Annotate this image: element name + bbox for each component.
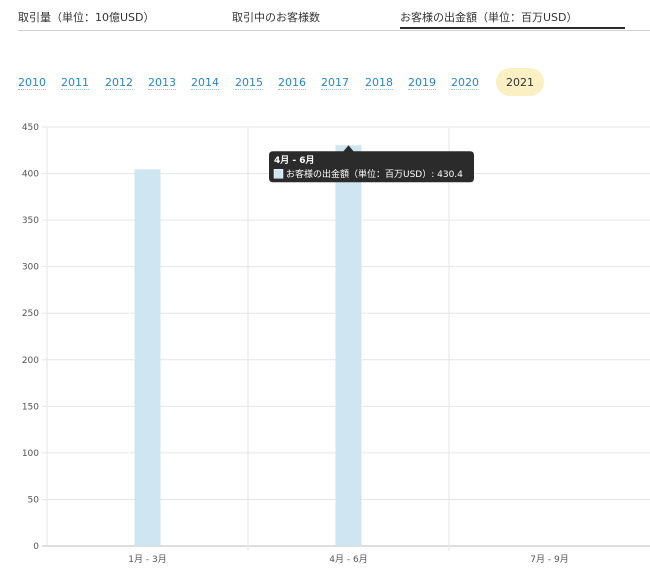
x-tick-label: 4月 - 6月: [329, 554, 367, 565]
y-tick-label: 400: [22, 170, 39, 180]
bar[interactable]: [335, 145, 362, 547]
tooltip-title: 4月 - 6月: [274, 155, 315, 166]
y-tick-label: 0: [33, 542, 39, 552]
tooltip-value: お客様の出金額（単位：百万USD）: 430.4: [286, 168, 463, 180]
y-tick-label: 300: [22, 263, 39, 273]
y-tick-label: 450: [22, 123, 39, 133]
y-tick-label: 350: [22, 216, 39, 226]
y-tick-label: 100: [22, 449, 39, 459]
withdrawal-bar-chart: 0 50 100 150 200 250 300 350 400 450 1月 - 3月 4月 - …: [22, 123, 650, 565]
x-tick-label: 7月 - 9月: [530, 554, 568, 565]
x-tick-label: 1月 - 3月: [128, 554, 166, 565]
y-tick-label: 200: [22, 356, 39, 366]
y-axis: 0 50 100 150 200 250 300 350 400 450: [22, 123, 48, 552]
y-tick-label: 50: [28, 495, 40, 505]
bar[interactable]: [134, 169, 161, 547]
x-axis: 1月 - 3月 4月 - 6月 7月 - 9月: [128, 554, 568, 565]
y-tick-label: 250: [22, 309, 39, 319]
y-tick-label: 150: [22, 402, 39, 412]
bar-tooltip: 4月 - 6月 お客様の出金額（単位：百万USD）: 430.4: [269, 145, 474, 183]
tooltip-series-swatch: [273, 168, 284, 179]
